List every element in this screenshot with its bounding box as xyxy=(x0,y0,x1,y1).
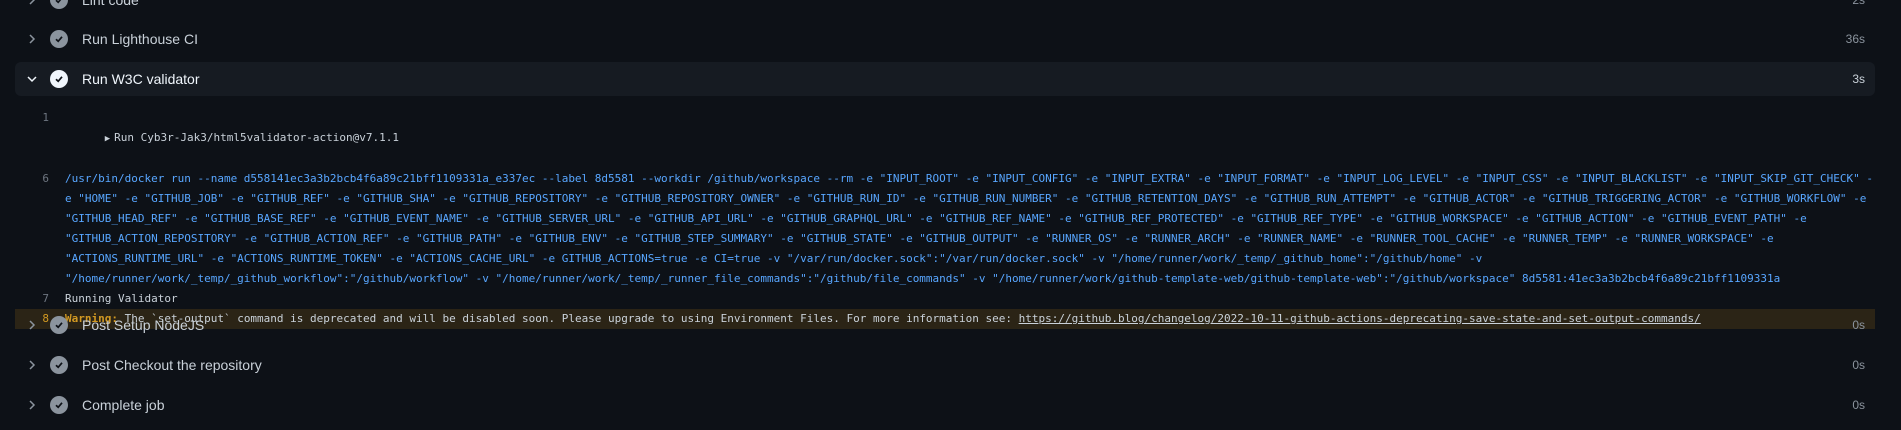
log-line: 7 Running Validator xyxy=(15,289,1875,309)
check-circle-icon xyxy=(50,70,68,88)
step-duration: 3s xyxy=(1852,72,1865,86)
check-circle-icon xyxy=(50,396,68,414)
step-name: Complete job xyxy=(82,397,165,413)
chevron-right-icon xyxy=(25,358,39,372)
step-post-checkout-repository[interactable]: Post Checkout the repository 0s xyxy=(15,348,1875,382)
step-name: Post Setup NodeJS xyxy=(82,317,205,333)
step-duration: 36s xyxy=(1845,32,1865,46)
step-log: 1 ▶ Run Cyb3r-Jak3/html5validator-action@… xyxy=(15,108,1875,329)
log-text: Running Validator xyxy=(65,292,178,305)
step-complete-job[interactable]: Complete job 0s xyxy=(15,388,1875,422)
step-post-setup-nodejs[interactable]: Post Setup NodeJS 0s xyxy=(15,308,1875,342)
step-duration: 0s xyxy=(1852,318,1865,332)
log-line: 6 /usr/bin/docker run --name d558141ec3a… xyxy=(15,169,1875,289)
chevron-right-icon xyxy=(25,32,39,46)
step-lint-code[interactable]: Lint code 2s xyxy=(15,0,1875,17)
step-run-lighthouse-ci[interactable]: Run Lighthouse CI 36s xyxy=(15,22,1875,56)
step-duration: 0s xyxy=(1852,358,1865,372)
chevron-right-icon xyxy=(25,318,39,332)
line-number[interactable]: 1 xyxy=(15,108,65,128)
line-number[interactable]: 6 xyxy=(15,169,65,189)
check-circle-icon xyxy=(50,316,68,334)
triangle-right-icon[interactable]: ▶ xyxy=(105,129,110,149)
log-command-text: /usr/bin/docker run --name d558141ec3a3b… xyxy=(65,172,1873,285)
step-duration: 2s xyxy=(1852,0,1865,7)
line-number[interactable]: 7 xyxy=(15,289,65,309)
chevron-right-icon xyxy=(25,398,39,412)
step-duration: 0s xyxy=(1852,398,1865,412)
chevron-right-icon xyxy=(25,0,39,7)
step-name: Lint code xyxy=(82,0,139,8)
step-name: Run Lighthouse CI xyxy=(82,31,198,47)
check-circle-icon xyxy=(50,30,68,48)
step-name: Post Checkout the repository xyxy=(82,357,262,373)
log-group-title[interactable]: Run Cyb3r-Jak3/html5validator-action@v7.… xyxy=(114,131,399,144)
check-circle-icon xyxy=(50,0,68,9)
check-circle-icon xyxy=(50,356,68,374)
step-name: Run W3C validator xyxy=(82,71,200,87)
chevron-down-icon xyxy=(25,72,39,86)
log-line[interactable]: 1 ▶ Run Cyb3r-Jak3/html5validator-action@… xyxy=(15,108,1875,169)
step-run-w3c-validator[interactable]: Run W3C validator 3s xyxy=(15,62,1875,96)
